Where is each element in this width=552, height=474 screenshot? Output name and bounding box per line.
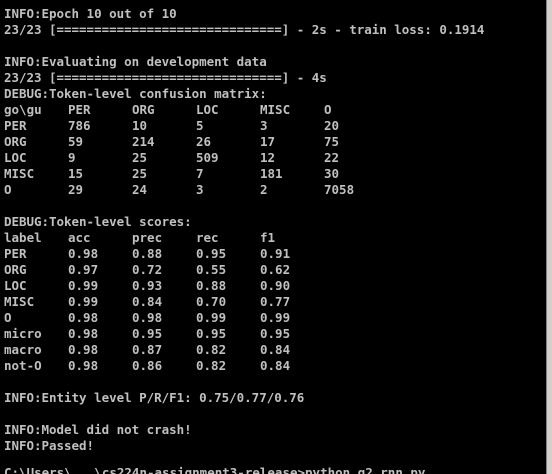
scores-cell: 0.99 (68, 294, 99, 309)
eval-progress-line: 23/23 [==============================] -… (4, 70, 327, 85)
scores-cell: MISC (4, 294, 35, 309)
scores-cell: PER (4, 246, 27, 261)
scores-cell: 0.87 (132, 342, 163, 357)
confusion-cell: 26 (196, 134, 212, 149)
confusion-cell: 7 (196, 166, 204, 181)
scores-cell: 0.98 (68, 342, 99, 357)
confusion-cell: LOC (4, 150, 27, 165)
confusion-cell: 7058 (324, 182, 355, 197)
scores-header-cell: rec (196, 230, 219, 245)
confusion-cell: 29 (68, 182, 84, 197)
scores-cell: 0.99 (196, 310, 227, 325)
scores-cell: 0.95 (260, 326, 291, 341)
scores-cell: 0.88 (196, 278, 227, 293)
confusion-cell: 9 (68, 150, 76, 165)
partial-bottom-line: C:\Users\...\cs224n-assignment3-release>… (0, 465, 546, 474)
scores-cell: 0.82 (196, 342, 227, 357)
confusion-header-cell: MISC (260, 102, 291, 117)
scores-cell: micro (4, 326, 42, 341)
scores-cell: 0.98 (132, 310, 163, 325)
scores-cell: 0.88 (132, 246, 163, 261)
confusion-cell: 30 (324, 166, 340, 181)
scores-cell: 0.84 (260, 358, 291, 373)
scores-cell: macro (4, 342, 42, 357)
scores-cell: 0.84 (260, 342, 291, 357)
confusion-title: DEBUG:Token-level confusion matrix: (4, 86, 267, 101)
no-crash-line: INFO:Model did not crash! (4, 422, 192, 437)
confusion-cell: PER (4, 118, 27, 133)
scores-cell: not-O (4, 358, 42, 373)
confusion-cell: 59 (68, 134, 84, 149)
confusion-cell: 2 (260, 182, 268, 197)
confusion-cell: 20 (324, 118, 340, 133)
confusion-header-cell: ORG (132, 102, 155, 117)
confusion-cell: 24 (132, 182, 148, 197)
confusion-header-cell: go\gu (4, 102, 42, 117)
console-window[interactable]: INFO:Epoch 10 out of 10 23/23 [=========… (0, 0, 546, 474)
confusion-cell: 10 (132, 118, 148, 133)
scores-cell: 0.62 (260, 262, 291, 277)
scores-cell: ORG (4, 262, 27, 277)
confusion-cell: MISC (4, 166, 35, 181)
scores-cell: 0.99 (260, 310, 291, 325)
scores-cell: 0.84 (132, 294, 163, 309)
scores-title: DEBUG:Token-level scores: (4, 214, 192, 229)
scores-cell: 0.77 (260, 294, 291, 309)
confusion-header-cell: PER (68, 102, 91, 117)
train-progress-line: 23/23 [==============================] -… (4, 22, 485, 37)
scores-cell: 0.91 (260, 246, 291, 261)
scores-cell: 0.90 (260, 278, 291, 293)
scores-header-cell: f1 (260, 230, 276, 245)
confusion-cell: 15 (68, 166, 84, 181)
scores-cell: 0.98 (68, 246, 99, 261)
confusion-cell: 25 (132, 150, 148, 165)
confusion-cell: 5 (196, 118, 204, 133)
scores-cell: LOC (4, 278, 27, 293)
scores-cell: 0.95 (196, 326, 227, 341)
confusion-cell: ORG (4, 134, 27, 149)
scores-cell: 0.93 (132, 278, 163, 293)
confusion-cell: O (4, 182, 12, 197)
scores-cell: 0.95 (132, 326, 163, 341)
confusion-cell: 25 (132, 166, 148, 181)
entity-level-line: INFO:Entity level P/R/F1: 0.75/0.77/0.76 (4, 390, 305, 405)
scores-cell: 0.72 (132, 262, 163, 277)
evaluating-line: INFO:Evaluating on development data (4, 54, 267, 69)
confusion-cell: 786 (68, 118, 91, 133)
epoch-line: INFO:Epoch 10 out of 10 (4, 6, 177, 21)
scores-header-cell: prec (132, 230, 163, 245)
scores-cell: 0.70 (196, 294, 227, 309)
scores-cell: O (4, 310, 12, 325)
confusion-cell: 12 (260, 150, 276, 165)
scores-cell: 0.99 (68, 278, 99, 293)
confusion-cell: 509 (196, 150, 219, 165)
confusion-cell: 214 (132, 134, 155, 149)
confusion-cell: 3 (260, 118, 268, 133)
scores-header-cell: label (4, 230, 42, 245)
confusion-header-cell: O (324, 102, 332, 117)
passed-line: INFO:Passed! (4, 438, 95, 453)
scores-cell: 0.98 (68, 310, 99, 325)
confusion-cell: 181 (260, 166, 283, 181)
vertical-scrollbar[interactable] (546, 0, 552, 474)
scores-cell: 0.97 (68, 262, 99, 277)
scores-cell: 0.82 (196, 358, 227, 373)
confusion-header-cell: LOC (196, 102, 219, 117)
scores-cell: 0.86 (132, 358, 163, 373)
confusion-cell: 22 (324, 150, 340, 165)
scores-header-cell: acc (68, 230, 91, 245)
scores-cell: 0.95 (196, 246, 227, 261)
confusion-cell: 3 (196, 182, 204, 197)
scores-cell: 0.98 (68, 326, 99, 341)
confusion-cell: 75 (324, 134, 340, 149)
partial-bottom-text: C:\Users\...\cs224n-assignment3-release>… (4, 465, 426, 474)
scores-cell: 0.55 (196, 262, 227, 277)
confusion-cell: 17 (260, 134, 276, 149)
scores-cell: 0.98 (68, 358, 99, 373)
